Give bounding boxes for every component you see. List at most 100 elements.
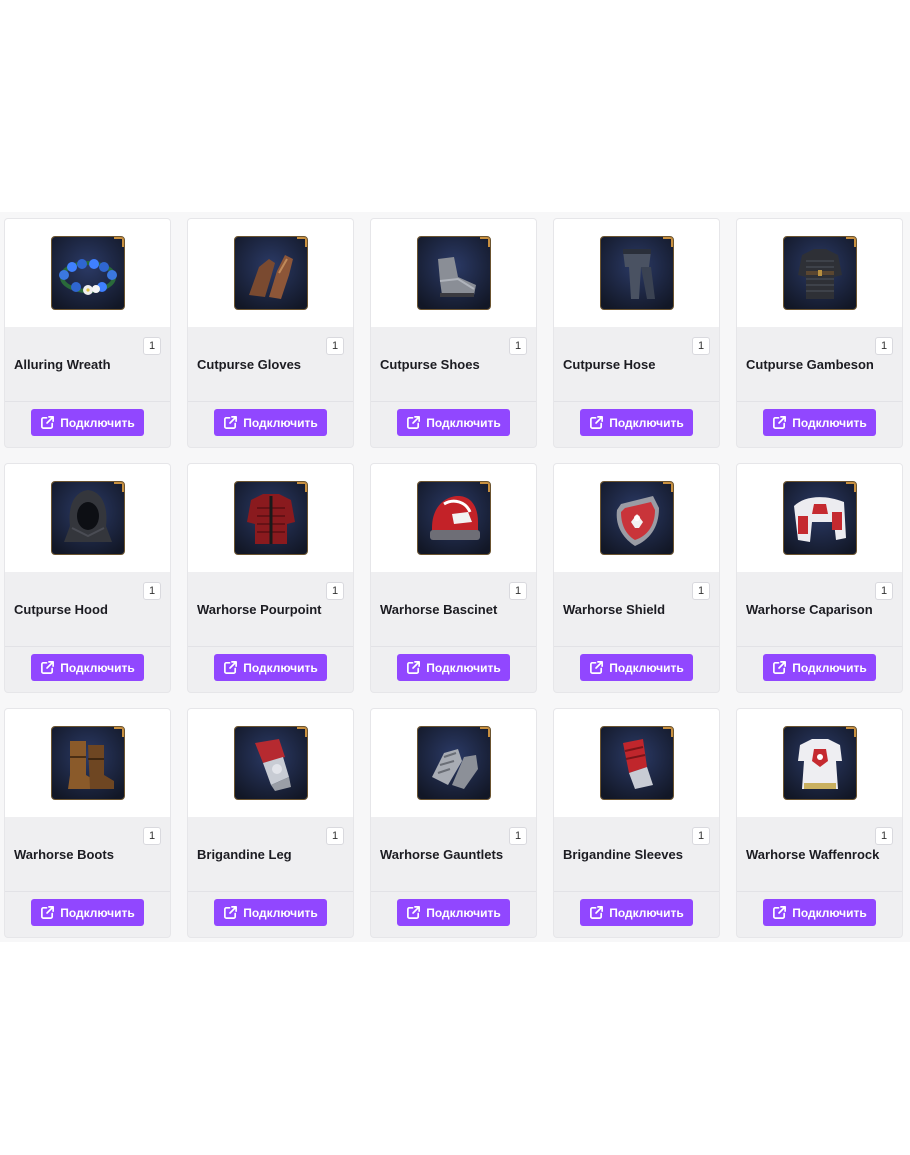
item-image-area: [5, 219, 170, 327]
external-link-icon: [407, 661, 421, 674]
connect-button-label: Подключить: [609, 415, 684, 430]
item-image-area: [371, 464, 536, 572]
external-link-icon: [41, 906, 55, 919]
item-name: Warhorse Shield: [563, 602, 666, 617]
item-name: Cutpurse Hood: [14, 602, 108, 617]
external-link-icon: [773, 416, 787, 429]
item-count-badge: 1: [509, 827, 527, 845]
connect-button-label: Подключить: [60, 660, 135, 675]
flower-wreath-icon: [50, 236, 125, 310]
item-card-3: 1 Cutpurse Shoes Подключить: [371, 219, 536, 447]
item-grid: 1 Alluring Wreath Подключить 1 Cutpurse …: [5, 219, 902, 937]
item-card-15: 1 Warhorse Waffenrock Подключить: [737, 709, 902, 937]
connect-button[interactable]: Подключить: [397, 899, 510, 926]
connect-button[interactable]: Подключить: [397, 654, 510, 681]
gambeson-icon: [782, 236, 857, 310]
item-card-12: 1 Brigandine Leg Подключить: [188, 709, 353, 937]
connect-button[interactable]: Подключить: [31, 899, 144, 926]
external-link-icon: [224, 661, 238, 674]
item-image-area: [554, 709, 719, 817]
connect-button[interactable]: Подключить: [580, 654, 693, 681]
connect-button-label: Подключить: [60, 415, 135, 430]
connect-button-label: Подключить: [609, 660, 684, 675]
connect-button[interactable]: Подключить: [31, 409, 144, 436]
item-count-badge: 1: [875, 582, 893, 600]
item-card-2: 1 Cutpurse Gloves Подключить: [188, 219, 353, 447]
connect-button[interactable]: Подключить: [397, 409, 510, 436]
item-image-area: [737, 464, 902, 572]
boots-icon: [50, 726, 125, 800]
item-name: Alluring Wreath: [14, 357, 111, 372]
item-card-7: 1 Warhorse Pourpoint Подключить: [188, 464, 353, 692]
item-card-6: 1 Cutpurse Hood Подключить: [5, 464, 170, 692]
item-count-badge: 1: [326, 827, 344, 845]
connect-button[interactable]: Подключить: [31, 654, 144, 681]
item-count-badge: 1: [875, 827, 893, 845]
external-link-icon: [773, 906, 787, 919]
connect-button[interactable]: Подключить: [214, 409, 327, 436]
item-image-area: [371, 709, 536, 817]
gauntlets-icon: [416, 726, 491, 800]
connect-button-label: Подключить: [243, 905, 318, 920]
caparison-icon: [782, 481, 857, 555]
card-divider: [554, 891, 719, 892]
external-link-icon: [41, 416, 55, 429]
item-name: Warhorse Bascinet: [380, 602, 498, 617]
item-card-13: 1 Warhorse Gauntlets Подключить: [371, 709, 536, 937]
item-name: Cutpurse Gloves: [197, 357, 302, 372]
connect-button[interactable]: Подключить: [580, 899, 693, 926]
connect-button[interactable]: Подключить: [763, 654, 876, 681]
item-name: Brigandine Sleeves: [563, 847, 683, 862]
item-image-area: [188, 709, 353, 817]
connect-button-label: Подключить: [243, 660, 318, 675]
leg-armor-icon: [233, 726, 308, 800]
item-image-area: [188, 219, 353, 327]
card-divider: [371, 401, 536, 402]
item-count-badge: 1: [509, 337, 527, 355]
card-divider: [554, 646, 719, 647]
connect-button-label: Подключить: [243, 415, 318, 430]
item-card-10: 1 Warhorse Caparison Подключить: [737, 464, 902, 692]
external-link-icon: [773, 661, 787, 674]
item-card-14: 1 Brigandine Sleeves Подключить: [554, 709, 719, 937]
item-name: Warhorse Waffenrock: [746, 847, 880, 862]
external-link-icon: [41, 661, 55, 674]
item-card-9: 1 Warhorse Shield Подключить: [554, 464, 719, 692]
item-count-badge: 1: [875, 337, 893, 355]
connect-button[interactable]: Подключить: [214, 654, 327, 681]
item-image-area: [737, 709, 902, 817]
helmet-icon: [416, 481, 491, 555]
item-card-11: 1 Warhorse Boots Подключить: [5, 709, 170, 937]
item-card-8: 1 Warhorse Bascinet Подключить: [371, 464, 536, 692]
connect-button-label: Подключить: [609, 905, 684, 920]
hose-icon: [599, 236, 674, 310]
item-count-badge: 1: [692, 582, 710, 600]
shield-icon: [599, 481, 674, 555]
external-link-icon: [224, 416, 238, 429]
card-divider: [188, 891, 353, 892]
card-divider: [5, 891, 170, 892]
external-link-icon: [590, 416, 604, 429]
connect-button-label: Подключить: [426, 905, 501, 920]
item-card-4: 1 Cutpurse Hose Подключить: [554, 219, 719, 447]
item-count-badge: 1: [143, 337, 161, 355]
item-count-badge: 1: [692, 827, 710, 845]
card-divider: [188, 401, 353, 402]
card-divider: [737, 646, 902, 647]
item-image-area: [5, 709, 170, 817]
connect-button-label: Подключить: [792, 415, 867, 430]
item-image-area: [188, 464, 353, 572]
item-count-badge: 1: [692, 337, 710, 355]
connect-button[interactable]: Подключить: [214, 899, 327, 926]
item-image-area: [371, 219, 536, 327]
item-image-area: [554, 219, 719, 327]
item-name: Brigandine Leg: [197, 847, 292, 862]
connect-button[interactable]: Подключить: [763, 899, 876, 926]
connect-button[interactable]: Подключить: [580, 409, 693, 436]
connect-button-label: Подключить: [792, 660, 867, 675]
connect-button[interactable]: Подключить: [763, 409, 876, 436]
external-link-icon: [590, 661, 604, 674]
shoes-icon: [416, 236, 491, 310]
item-name: Warhorse Boots: [14, 847, 114, 862]
external-link-icon: [407, 906, 421, 919]
